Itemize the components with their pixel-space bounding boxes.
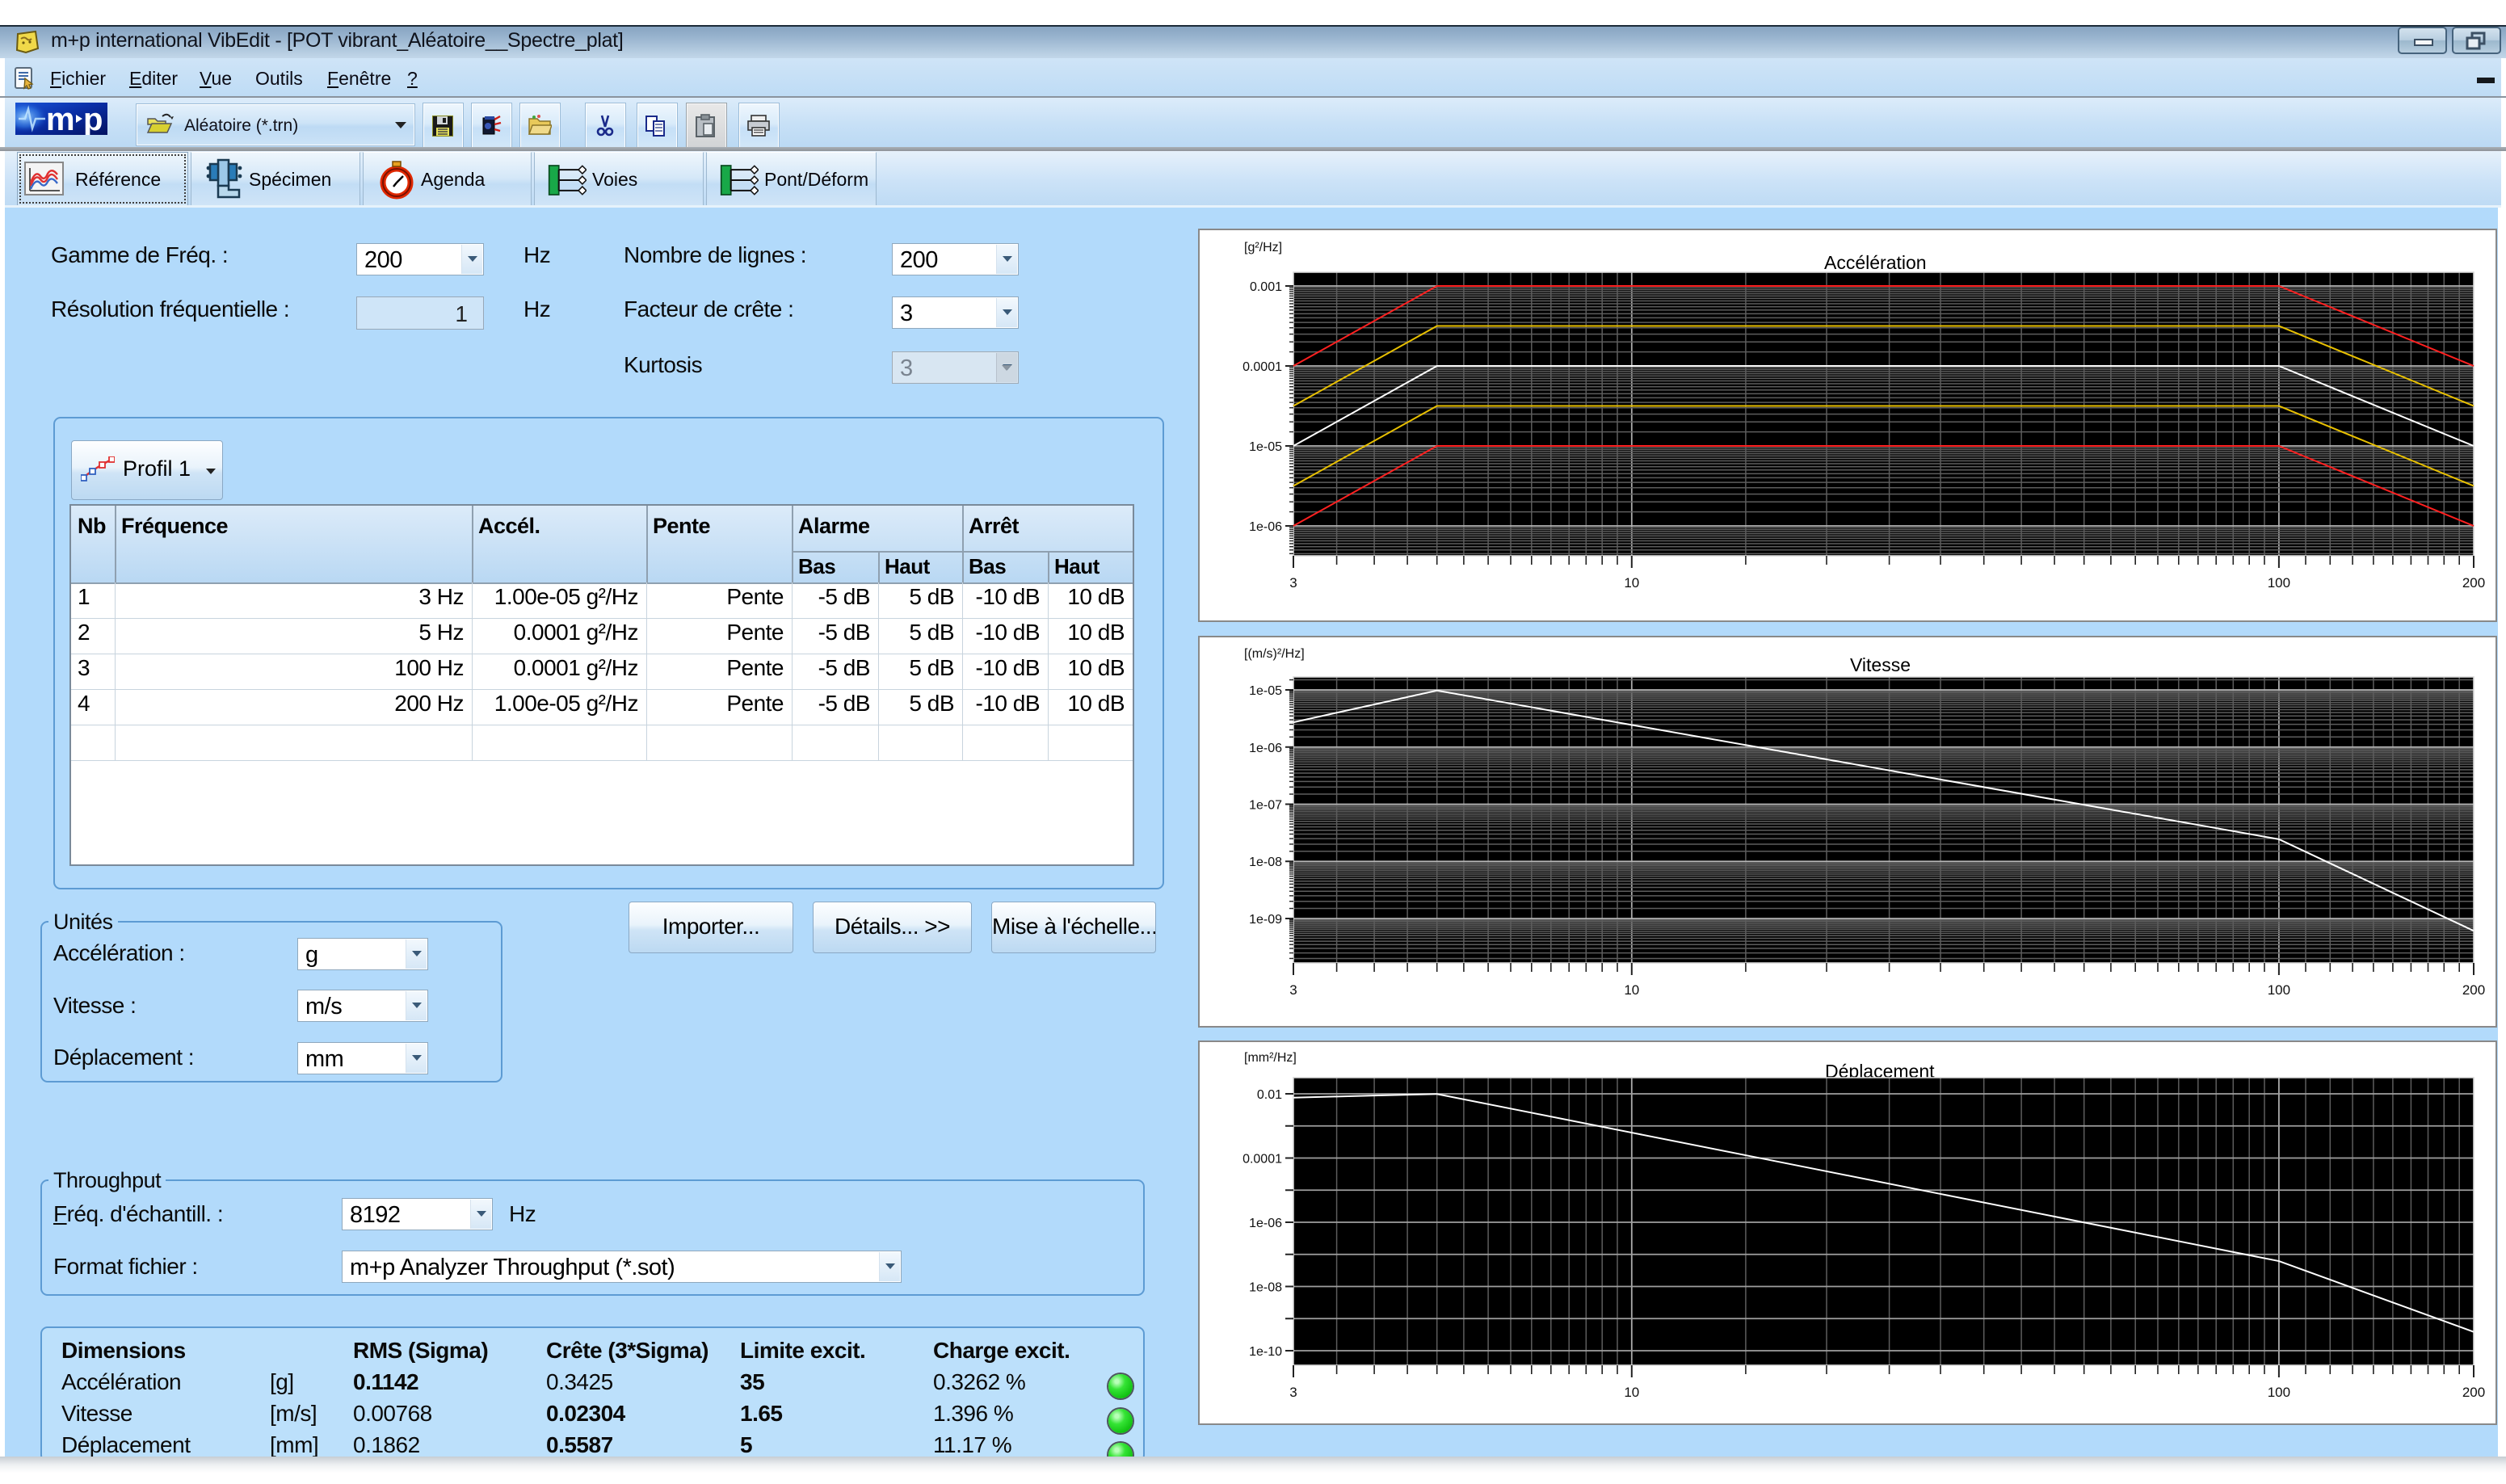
svg-text:200: 200 bbox=[2462, 1385, 2485, 1400]
svg-text:100: 100 bbox=[2268, 982, 2290, 998]
svg-text:1e-05: 1e-05 bbox=[1249, 684, 1282, 698]
svg-text:10: 10 bbox=[1624, 1385, 1639, 1400]
svg-text:200: 200 bbox=[2462, 982, 2485, 998]
svg-text:0.01: 0.01 bbox=[1257, 1088, 1282, 1102]
svg-text:0.0001: 0.0001 bbox=[1242, 1153, 1282, 1167]
svg-text:3: 3 bbox=[1289, 575, 1297, 591]
svg-text:100: 100 bbox=[2268, 575, 2290, 591]
svg-text:1e-07: 1e-07 bbox=[1249, 799, 1282, 813]
svg-text:10: 10 bbox=[1624, 575, 1639, 591]
svg-text:200: 200 bbox=[2462, 575, 2485, 591]
svg-text:3: 3 bbox=[1289, 982, 1297, 998]
svg-text:3: 3 bbox=[1289, 1385, 1297, 1400]
svg-text:0.001: 0.001 bbox=[1250, 280, 1282, 294]
svg-text:0.0001: 0.0001 bbox=[1242, 360, 1282, 374]
svg-text:1e-08: 1e-08 bbox=[1249, 1281, 1282, 1295]
svg-text:1e-06: 1e-06 bbox=[1249, 1217, 1282, 1230]
svg-text:1e-10: 1e-10 bbox=[1249, 1345, 1282, 1359]
svg-text:1e-06: 1e-06 bbox=[1249, 520, 1282, 534]
svg-text:1e-09: 1e-09 bbox=[1249, 913, 1282, 927]
svg-text:1e-05: 1e-05 bbox=[1249, 440, 1282, 454]
svg-text:10: 10 bbox=[1624, 982, 1639, 998]
svg-text:1e-08: 1e-08 bbox=[1249, 856, 1282, 869]
svg-text:100: 100 bbox=[2268, 1385, 2290, 1400]
svg-text:1e-06: 1e-06 bbox=[1249, 742, 1282, 755]
